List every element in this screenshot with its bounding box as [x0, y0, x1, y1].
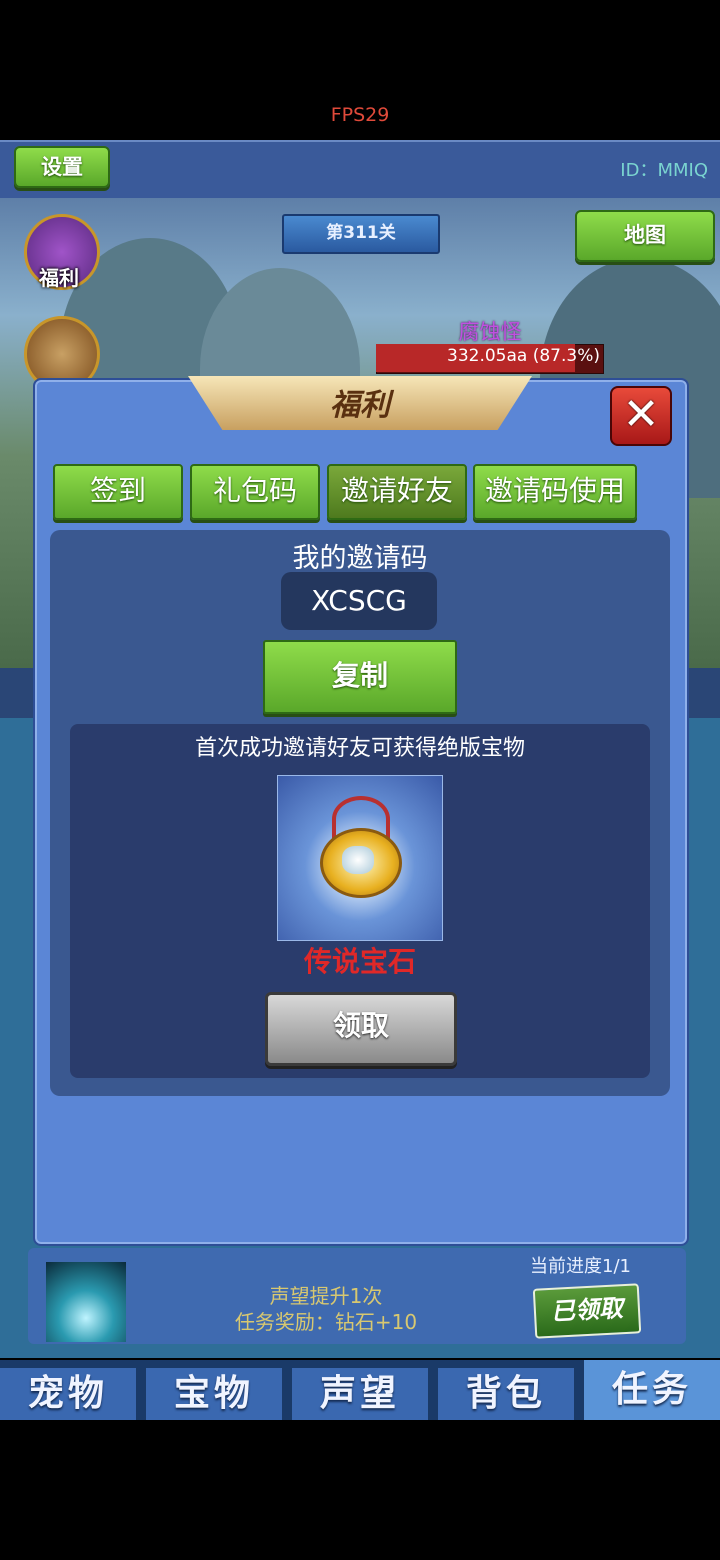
- monster-hp-text: 332.05aa (87.3%): [447, 346, 600, 366]
- task-avatar: [46, 1262, 126, 1342]
- claimed-stamp: 已领取: [532, 1283, 642, 1339]
- close-button[interactable]: ✕: [610, 386, 672, 446]
- tab-sign-in[interactable]: 签到: [53, 464, 183, 520]
- task-description: 声望提升1次: [269, 1284, 383, 1308]
- task-reward: 任务奖励：钻石+10: [234, 1310, 418, 1334]
- welfare-icon-label: 福利: [39, 266, 79, 290]
- legend-gem-image: [277, 775, 443, 941]
- task-progress: 当前进度1/1: [530, 1256, 631, 1277]
- fps-counter: FPS29: [330, 104, 390, 126]
- tab-use-invite-code[interactable]: 邀请码使用: [473, 464, 637, 520]
- my-invite-code-label: 我的邀请码: [292, 543, 428, 574]
- nav-tab-reputation[interactable]: 声望: [292, 1368, 428, 1420]
- dialog-title: 福利: [330, 388, 390, 423]
- tab-gift-code[interactable]: 礼包码: [190, 464, 320, 520]
- treasure-name: 传说宝石: [303, 945, 416, 978]
- monster-name: 腐蚀怪: [458, 320, 522, 344]
- nav-tab-pets[interactable]: 宠物: [0, 1368, 136, 1420]
- map-button[interactable]: 地图: [575, 210, 715, 262]
- nav-tab-tasks[interactable]: 任务: [584, 1360, 720, 1420]
- invite-code-value: XCSCG: [281, 572, 437, 630]
- settings-button[interactable]: 设置: [14, 146, 110, 188]
- player-id: ID：MMIQ: [620, 160, 708, 181]
- tab-invite-friends[interactable]: 邀请好友: [327, 464, 467, 520]
- copy-button[interactable]: 复制: [263, 640, 457, 714]
- gem-icon: [342, 846, 374, 874]
- nav-tab-treasures[interactable]: 宝物: [146, 1368, 282, 1420]
- level-banner: 第311关: [282, 214, 440, 254]
- reward-description: 首次成功邀请好友可获得绝版宝物: [194, 736, 525, 761]
- claim-button[interactable]: 领取: [265, 992, 457, 1066]
- nav-tab-backpack[interactable]: 背包: [438, 1368, 574, 1420]
